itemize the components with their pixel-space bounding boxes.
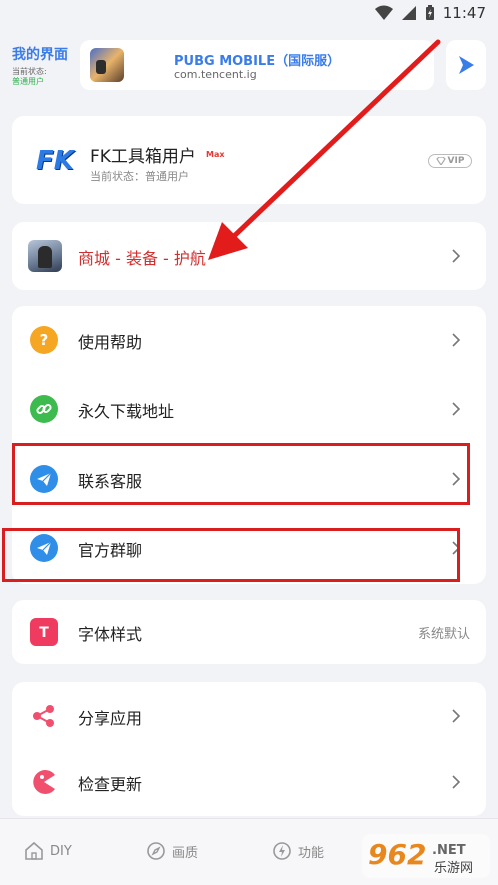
tab-graphics[interactable]: 画质	[146, 841, 198, 861]
bolt-icon	[273, 842, 291, 860]
svg-text:乐游网: 乐游网	[434, 861, 473, 876]
tab-label: 画质	[172, 845, 199, 861]
svg-text:.NET: .NET	[432, 843, 466, 858]
home-icon	[25, 841, 43, 860]
tab-features[interactable]: 功能	[272, 841, 324, 861]
svg-text:962: 962	[368, 838, 426, 871]
compass-icon	[147, 842, 165, 860]
tab-diy[interactable]: DIY	[24, 841, 72, 861]
tab-label: DIY	[50, 843, 72, 859]
annotation-arrow	[208, 39, 441, 260]
tab-label: 功能	[298, 845, 325, 861]
watermark-logo: 962 .NET 乐游网	[362, 832, 490, 880]
